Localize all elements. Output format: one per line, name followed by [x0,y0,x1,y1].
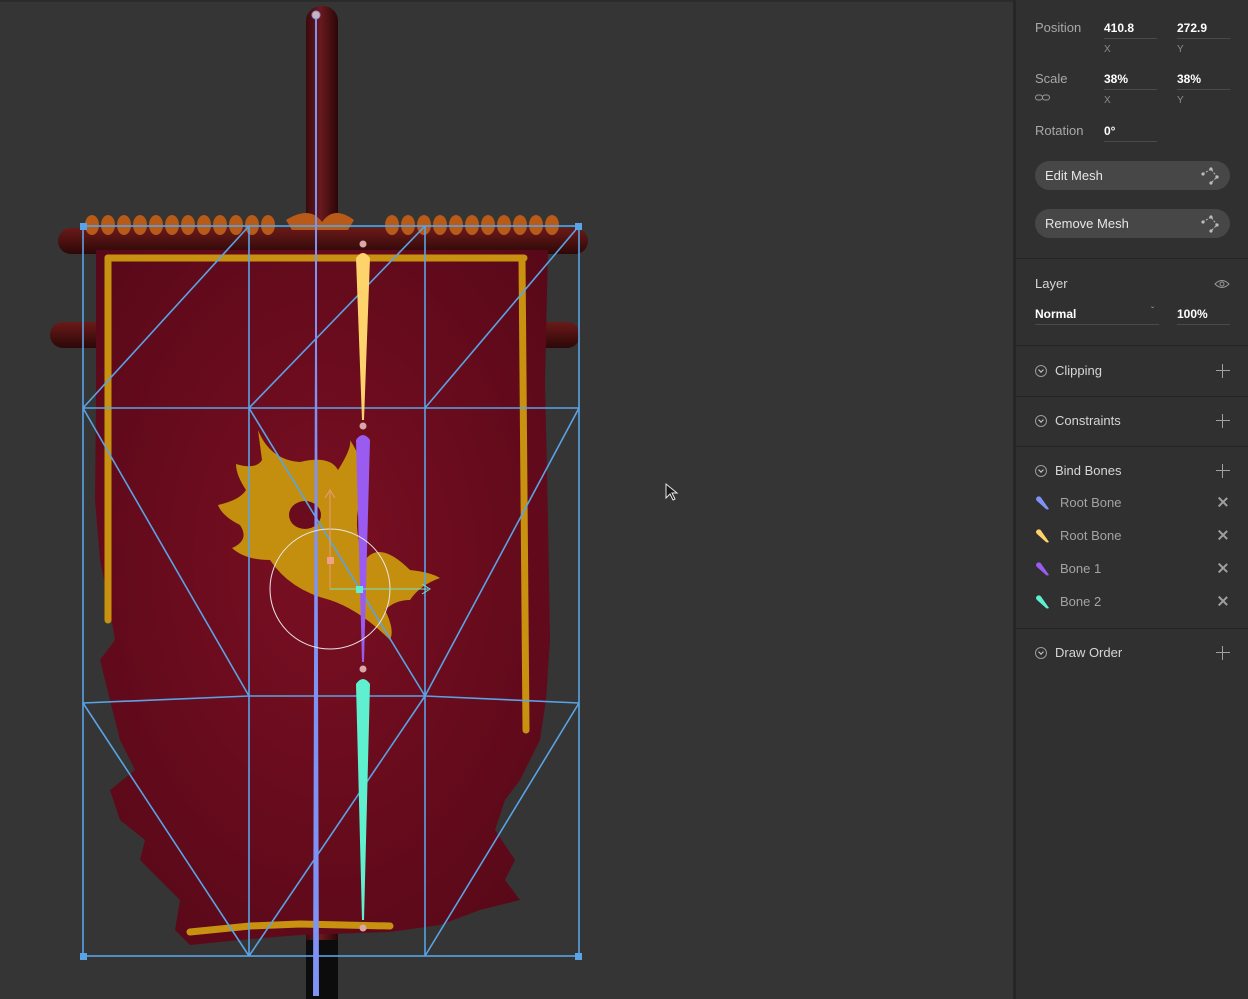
add-bone-icon[interactable] [1216,464,1230,478]
remove-mesh-button[interactable]: Remove Mesh [1035,209,1230,238]
mesh-icon [1200,166,1220,186]
edit-mesh-button[interactable]: Edit Mesh [1035,161,1230,190]
constraints-section[interactable]: Constraints [1035,412,1230,432]
bone-name: Bone 2 [1060,594,1102,609]
divider [1016,258,1248,259]
chevron-down-icon[interactable] [1035,415,1047,427]
artboard [50,6,679,999]
chevron-down-icon: ˇ [1151,306,1155,317]
banner-pole-base [306,940,338,999]
position-label: Position [1035,20,1082,35]
chevron-down-icon[interactable] [1035,365,1047,377]
scale-x-field[interactable]: 38% [1104,72,1128,86]
blend-mode-underline [1035,324,1159,325]
bone-name: Root Bone [1060,495,1122,510]
scale-label: Scale [1035,71,1068,86]
clipping-label: Clipping [1055,363,1102,378]
remove-bone-icon[interactable] [1218,563,1228,573]
canvas-viewport[interactable] [0,2,1013,999]
inspector-panel: Position 410.8 X 272.9 Y Scale 38% X 38%… [1016,0,1248,999]
position-y-field[interactable]: 272.9 [1177,21,1207,35]
rotation-underline [1104,141,1157,142]
scale-y-underline [1177,89,1230,90]
clipping-section[interactable]: Clipping [1035,362,1230,382]
rotation-label: Rotation [1035,123,1084,138]
bone-name: Bone 1 [1060,561,1102,576]
mesh-icon [1200,214,1220,234]
bone-list-item[interactable]: Bone 1 [1035,560,1230,580]
position-y-underline [1177,38,1230,39]
divider [1016,628,1248,629]
bone-list-item[interactable]: Root Bone [1035,527,1230,547]
add-constraint-icon[interactable] [1216,414,1230,428]
remove-bone-icon[interactable] [1218,497,1228,507]
link-scale-icon[interactable] [1035,93,1051,103]
bone-icon [1036,595,1049,609]
bone-name: Root Bone [1060,528,1122,543]
chevron-down-icon[interactable] [1035,465,1047,477]
bone-icon [1036,529,1049,543]
add-clipping-icon[interactable] [1216,364,1230,378]
eye-icon[interactable] [1214,279,1230,289]
bone-list-item[interactable]: Bone 2 [1035,593,1230,613]
remove-bone-icon[interactable] [1218,596,1228,606]
layer-label: Layer [1035,276,1068,291]
remove-bone-icon[interactable] [1218,530,1228,540]
divider [1016,446,1248,447]
draw-order-section[interactable]: Draw Order [1035,644,1230,664]
divider [1016,345,1248,346]
rotation-field[interactable]: 0° [1104,124,1115,138]
draw-order-label: Draw Order [1055,645,1123,660]
add-draw-order-icon[interactable] [1216,646,1230,660]
position-x-field[interactable]: 410.8 [1104,21,1134,35]
scale-x-axis-label: X [1104,95,1111,106]
scale-y-axis-label: Y [1177,95,1184,106]
constraints-label: Constraints [1055,413,1121,428]
bind-bones-section[interactable]: Bind Bones [1035,462,1230,482]
position-y-axis-label: Y [1177,44,1184,55]
scale-y-field[interactable]: 38% [1177,72,1201,86]
bone-icon [1036,496,1049,510]
chevron-down-icon[interactable] [1035,647,1047,659]
divider [1016,396,1248,397]
position-x-underline [1104,38,1157,39]
opacity-underline [1177,324,1230,325]
mouse-cursor [665,482,679,501]
opacity-field[interactable]: 100% [1177,307,1208,321]
bone-list-item[interactable]: Root Bone [1035,494,1230,514]
edit-mesh-label: Edit Mesh [1045,168,1103,183]
scale-x-underline [1104,89,1157,90]
position-x-axis-label: X [1104,44,1111,55]
bone-icon [1036,562,1049,576]
bind-bones-label: Bind Bones [1055,463,1122,478]
remove-mesh-label: Remove Mesh [1045,216,1129,231]
blend-mode-select[interactable]: Normal [1035,307,1076,321]
